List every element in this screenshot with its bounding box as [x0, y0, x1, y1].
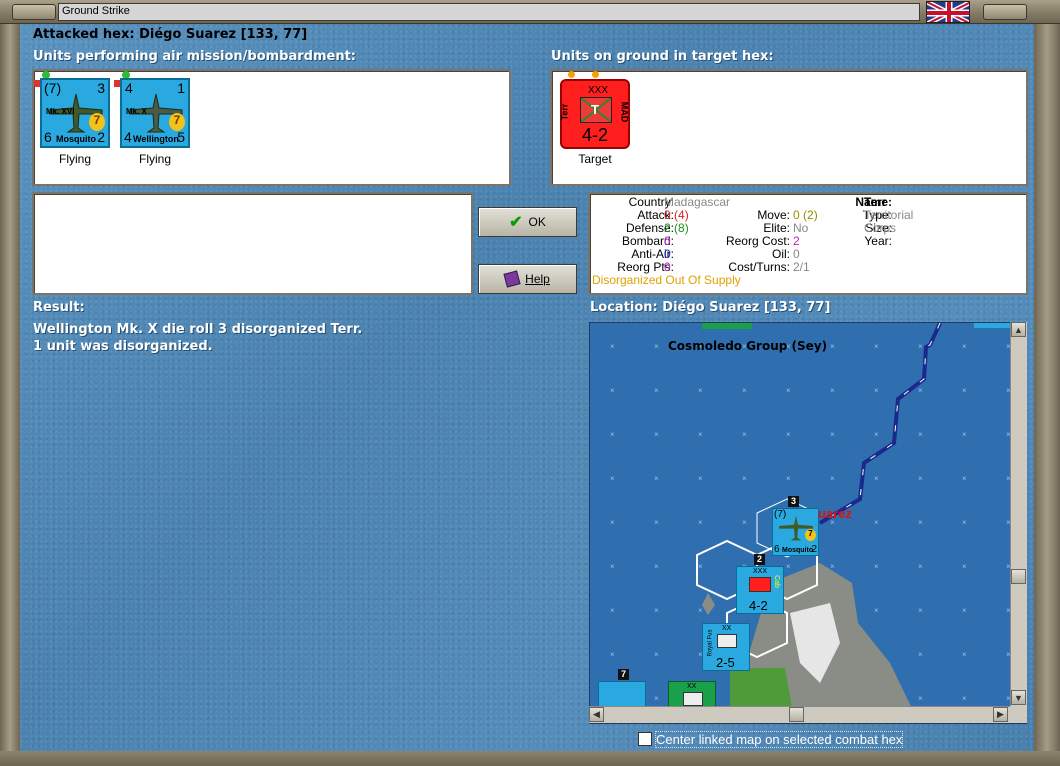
result-line: Wellington Mk. X die roll 3 disorganized…	[33, 322, 363, 337]
ok-button[interactable]: ✔ OK	[478, 207, 577, 237]
map-vertical-scrollbar[interactable]: ▲ ▼	[1010, 322, 1027, 706]
checkmark-icon: ✔	[509, 214, 523, 231]
scroll-down-button[interactable]: ▼	[1011, 690, 1026, 705]
scroll-left-button[interactable]: ◀	[589, 707, 604, 722]
unit-status-text: Disorganized Out Of Supply	[592, 273, 741, 287]
map-counter-terr[interactable]: XXX Cab 4-2	[736, 566, 784, 614]
unit-counter-mosquito[interactable]: (7) 3 6 2 Mosquito Mk. XVI 7	[40, 78, 110, 148]
unit-type-icon	[717, 634, 737, 648]
cost-turns-label: Cost/Turns:	[728, 260, 790, 274]
help-book-icon	[503, 270, 521, 288]
ground-units-heading: Units on ground in target hex:	[551, 49, 774, 64]
unit-stats-panel: Country: Attack: Defense: Bombard: Anti-…	[588, 192, 1028, 295]
uk-flag-icon	[926, 1, 970, 23]
unit-status-label: Flying	[58, 152, 91, 166]
center-map-checkbox-label[interactable]: Center linked map on selected combat hex	[655, 731, 904, 748]
experience-badge: 7	[169, 113, 185, 131]
map-place-label: Cosmoledo Group (Sey)	[668, 339, 828, 353]
map-counter-mosquito[interactable]: (7) 6 2 Mosquito 7	[772, 508, 819, 556]
title-bar[interactable]	[58, 3, 920, 21]
center-map-checkbox[interactable]	[638, 732, 652, 746]
air-units-heading: Units performing air mission/bombardment…	[33, 49, 357, 64]
map-city-label: uarez	[818, 506, 852, 521]
window-title: Ground Strike	[62, 5, 130, 17]
unit-type-icon	[683, 692, 703, 706]
window-menu-button[interactable]	[12, 4, 56, 20]
unit-status-icon	[592, 71, 599, 78]
scroll-thumb[interactable]	[789, 707, 804, 722]
window-frame-right	[1034, 24, 1060, 752]
scroll-right-button[interactable]: ▶	[993, 707, 1008, 722]
window-close-button[interactable]	[983, 4, 1027, 20]
stack-count: 2	[754, 554, 765, 565]
combat-hex-map[interactable]: × Cosmoledo Group (Sey) uarez 3 (7) 6 2 …	[589, 322, 1027, 724]
unit-type-icon: T	[580, 97, 612, 123]
location-label: Location: Diégo Suarez [133, 77]	[590, 300, 831, 315]
scroll-thumb[interactable]	[1011, 569, 1026, 584]
attacked-hex-header: Attacked hex: Diégo Suarez [133, 77]	[33, 27, 308, 42]
map-counter-royal-fus[interactable]: XX Royal Fus 2-5	[702, 623, 750, 671]
cost-turns-value: 2/1	[793, 260, 810, 274]
result-heading: Result:	[33, 300, 85, 315]
unit-status-icon	[568, 71, 575, 78]
help-button[interactable]: Help	[478, 264, 577, 294]
stack-count: 7	[618, 669, 629, 680]
year-label: Year:	[864, 234, 892, 248]
scrollbar-corner	[1010, 706, 1027, 723]
window-frame-left	[0, 24, 20, 752]
map-unit-edge	[702, 323, 752, 329]
result-line: 1 unit was disorganized.	[33, 339, 213, 354]
ground-units-panel: XXX Terr MAD T 4-2 Target	[550, 69, 1028, 186]
window-frame-bottom	[0, 751, 1060, 766]
unit-counter-terr[interactable]: XXX Terr MAD T 4-2	[559, 79, 630, 149]
unit-status-label: Flying	[138, 152, 171, 166]
message-panel	[32, 192, 473, 295]
unit-counter-wellington[interactable]: 4 1 4 5 Wellington Mk. X 7	[120, 78, 190, 148]
unit-status-label: Target	[578, 152, 612, 166]
map-horizontal-scrollbar[interactable]: ◀ ▶	[589, 706, 1010, 723]
unit-type-icon	[749, 577, 771, 592]
scroll-up-button[interactable]: ▲	[1011, 322, 1026, 337]
experience-badge: 7	[89, 113, 105, 131]
size-value: Corps	[864, 221, 897, 235]
stack-count: 3	[788, 496, 799, 507]
air-units-panel: (7) 3 6 2 Mosquito Mk. XVI 7 Flying 4 1 …	[32, 69, 511, 186]
